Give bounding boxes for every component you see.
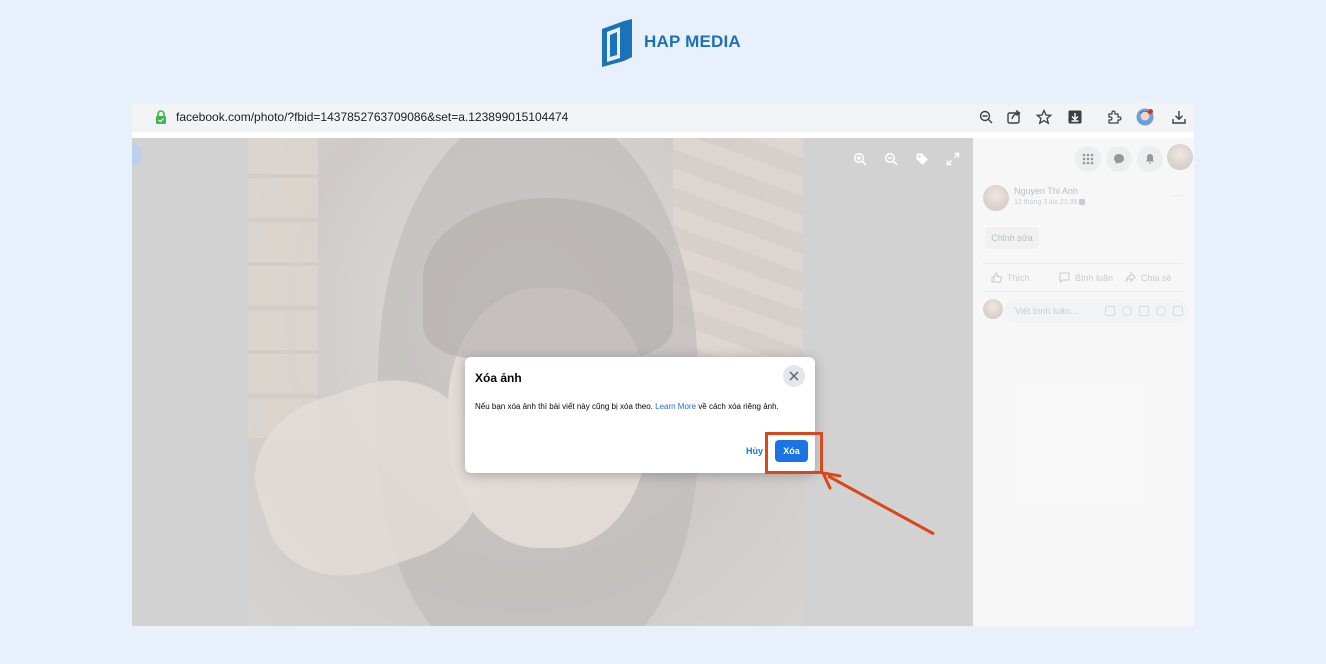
hap-media-logo-icon xyxy=(602,19,632,67)
close-button[interactable] xyxy=(783,365,805,387)
star-icon[interactable] xyxy=(1035,108,1053,126)
extensions-icon[interactable] xyxy=(1105,108,1123,126)
secure-lock-icon xyxy=(156,110,166,124)
brand-header: HAP MEDIA xyxy=(600,16,741,68)
pointer-arrow-icon xyxy=(821,471,935,536)
address-bar[interactable]: facebook.com/photo/?fbid=143785276370908… xyxy=(132,103,1194,132)
dialog-title: Xóa ảnh xyxy=(475,371,522,385)
profile-avatar[interactable] xyxy=(1136,108,1154,126)
learn-more-link[interactable]: Learn More xyxy=(655,402,696,411)
close-icon xyxy=(789,371,799,381)
download-box-icon[interactable] xyxy=(1066,108,1084,126)
dialog-message-suffix: về cách xóa riêng ảnh. xyxy=(696,402,779,411)
brand-name: HAP MEDIA xyxy=(644,32,741,51)
dialog-message: Nếu bạn xóa ảnh thì bài viết này cũng bị… xyxy=(475,402,800,412)
cancel-button[interactable]: Hủy xyxy=(746,446,763,456)
share-icon[interactable] xyxy=(1005,108,1023,126)
dialog-message-prefix: Nếu bạn xóa ảnh thì bài viết này cũng bị… xyxy=(475,402,656,411)
delete-photo-dialog: Xóa ảnh Nếu bạn xóa ảnh thì bài viết này… xyxy=(465,357,815,473)
download-icon[interactable] xyxy=(1170,108,1188,126)
browser-screenshot: facebook.com/photo/?fbid=143785276370908… xyxy=(132,103,1194,626)
url-text[interactable]: facebook.com/photo/?fbid=143785276370908… xyxy=(176,110,568,124)
zoom-out-icon[interactable] xyxy=(977,108,995,126)
delete-button-highlight xyxy=(765,432,823,474)
